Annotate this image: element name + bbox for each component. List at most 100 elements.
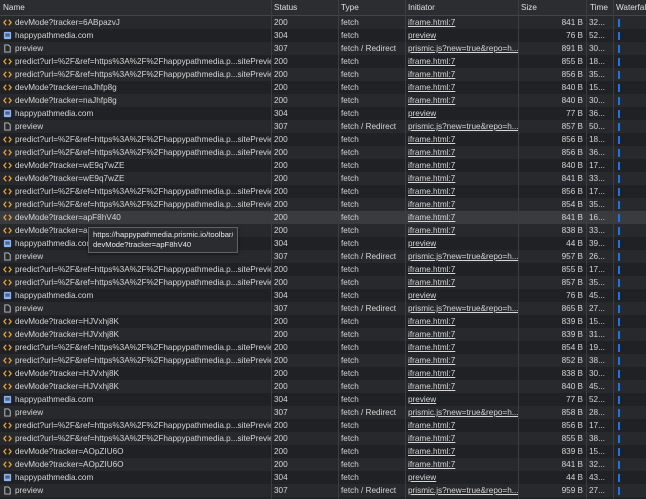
- request-initiator-link[interactable]: prismic.js?new=true&repo=h...: [408, 122, 518, 131]
- request-name-cell[interactable]: preview: [0, 406, 271, 419]
- request-name-cell[interactable]: predict?url=%2F&ref=https%3A%2F%2Fhappyp…: [0, 263, 271, 276]
- request-name-cell[interactable]: predict?url=%2F&ref=https%3A%2F%2Fhappyp…: [0, 341, 271, 354]
- request-initiator-link[interactable]: preview: [408, 239, 436, 248]
- request-initiator-link[interactable]: iframe.html:7: [408, 70, 455, 79]
- request-name-cell[interactable]: happypathmedia.com: [0, 471, 271, 484]
- request-initiator-link[interactable]: prismic.js?new=true&repo=h...: [408, 304, 518, 313]
- column-divider[interactable]: [586, 0, 587, 499]
- request-name-cell[interactable]: devMode?tracker=naJhfp8g: [0, 94, 271, 107]
- request-name-cell[interactable]: preview: [0, 302, 271, 315]
- request-name-cell[interactable]: happypathmedia.com: [0, 29, 271, 42]
- request-row[interactable]: predict?url=%2F&ref=https%3A%2F%2Fhappyp…: [0, 341, 646, 354]
- column-header-initiator[interactable]: Initiator: [405, 0, 518, 15]
- request-row[interactable]: preview 307 fetch / Redirect prismic.js?new…: [0, 120, 646, 133]
- request-name-cell[interactable]: preview: [0, 120, 271, 133]
- request-initiator-link[interactable]: prismic.js?new=true&repo=h...: [408, 486, 518, 495]
- request-name-cell[interactable]: devMode?tracker=HJVxhj8K: [0, 380, 271, 393]
- request-row[interactable]: predict?url=%2F&ref=https%3A%2F%2Fhappyp…: [0, 185, 646, 198]
- request-name-cell[interactable]: devMode?tracker=AOpZIU6O: [0, 445, 271, 458]
- column-header-type[interactable]: Type: [338, 0, 405, 15]
- request-name-cell[interactable]: predict?url=%2F&ref=https%3A%2F%2Fhappyp…: [0, 133, 271, 146]
- request-row[interactable]: devMode?tracker=HJVxhj8K 200 fetch iframe.h…: [0, 315, 646, 328]
- request-row[interactable]: devMode?tracker=naJhfp8g 200 fetch iframe.h…: [0, 94, 646, 107]
- request-initiator-link[interactable]: iframe.html:7: [408, 83, 455, 92]
- request-initiator-link[interactable]: preview: [408, 395, 436, 404]
- request-name-cell[interactable]: devMode?tracker=HJVxhj8K: [0, 328, 271, 341]
- column-divider[interactable]: [271, 0, 272, 499]
- column-divider[interactable]: [613, 0, 614, 499]
- request-name-cell[interactable]: predict?url=%2F&ref=https%3A%2F%2Fhappyp…: [0, 354, 271, 367]
- column-divider[interactable]: [405, 0, 406, 499]
- request-initiator-link[interactable]: iframe.html:7: [408, 148, 455, 157]
- request-row[interactable]: devMode?tracker=wE9q7wZE 200 fetch iframe.h…: [0, 159, 646, 172]
- request-row[interactable]: preview 307 fetch / Redirect prismic.js?new…: [0, 484, 646, 497]
- request-row[interactable]: devMode?tracker=AOpZIU6O 200 fetch iframe.h…: [0, 458, 646, 471]
- request-initiator-link[interactable]: iframe.html:7: [408, 343, 455, 352]
- request-initiator-link[interactable]: preview: [408, 473, 436, 482]
- request-initiator-link[interactable]: iframe.html:7: [408, 200, 455, 209]
- request-initiator-link[interactable]: iframe.html:7: [408, 317, 455, 326]
- request-initiator-link[interactable]: iframe.html:7: [408, 460, 455, 469]
- request-row[interactable]: devMode?tracker=HJVxhj8K 200 fetch iframe.h…: [0, 380, 646, 393]
- request-row[interactable]: predict?url=%2F&ref=https%3A%2F%2Fhappyp…: [0, 263, 646, 276]
- request-row[interactable]: devMode?tracker=6ABpazvJ 200 fetch iframe.h…: [0, 16, 646, 29]
- request-row[interactable]: devMode?tracker=AOpZIU6O 200 fetch iframe.h…: [0, 445, 646, 458]
- request-initiator-link[interactable]: prismic.js?new=true&repo=h...: [408, 252, 518, 261]
- request-row[interactable]: predict?url=%2F&ref=https%3A%2F%2Fhappyp…: [0, 133, 646, 146]
- request-row[interactable]: devMode?tracker=naJhfp8g 200 fetch iframe.h…: [0, 81, 646, 94]
- request-row[interactable]: preview 307 fetch / Redirect prismic.js?new…: [0, 406, 646, 419]
- request-name-cell[interactable]: predict?url=%2F&ref=https%3A%2F%2Fhappyp…: [0, 198, 271, 211]
- request-initiator-link[interactable]: iframe.html:7: [408, 356, 455, 365]
- request-row[interactable]: predict?url=%2F&ref=https%3A%2F%2Fhappyp…: [0, 68, 646, 81]
- request-name-cell[interactable]: preview: [0, 42, 271, 55]
- request-name-cell[interactable]: preview: [0, 484, 271, 497]
- request-name-cell[interactable]: devMode?tracker=wE9q7wZE: [0, 172, 271, 185]
- request-initiator-link[interactable]: iframe.html:7: [408, 265, 455, 274]
- request-row[interactable]: predict?url=%2F&ref=https%3A%2F%2Fhappyp…: [0, 432, 646, 445]
- request-name-cell[interactable]: happypathmedia.com: [0, 289, 271, 302]
- request-initiator-link[interactable]: preview: [408, 109, 436, 118]
- request-name-cell[interactable]: devMode?tracker=naJhfp8g: [0, 81, 271, 94]
- request-name-cell[interactable]: devMode?tracker=apF8hV40: [0, 211, 271, 224]
- request-row[interactable]: predict?url=%2F&ref=https%3A%2F%2Fhappyp…: [0, 419, 646, 432]
- request-name-cell[interactable]: devMode?tracker=wE9q7wZE: [0, 159, 271, 172]
- request-name-cell[interactable]: predict?url=%2F&ref=https%3A%2F%2Fhappyp…: [0, 432, 271, 445]
- request-initiator-link[interactable]: iframe.html:7: [408, 330, 455, 339]
- request-initiator-link[interactable]: preview: [408, 31, 436, 40]
- request-name-cell[interactable]: predict?url=%2F&ref=https%3A%2F%2Fhappyp…: [0, 68, 271, 81]
- request-name-cell[interactable]: devMode?tracker=6ABpazvJ: [0, 16, 271, 29]
- request-row[interactable]: happypathmedia.com 304 fetch preview 76 B 45.…: [0, 289, 646, 302]
- request-row[interactable]: predict?url=%2F&ref=https%3A%2F%2Fhappyp…: [0, 354, 646, 367]
- request-row[interactable]: preview 307 fetch / Redirect prismic.js?new…: [0, 42, 646, 55]
- request-initiator-link[interactable]: prismic.js?new=true&repo=h...: [408, 44, 518, 53]
- request-name-cell[interactable]: happypathmedia.com: [0, 107, 271, 120]
- request-name-cell[interactable]: devMode?tracker=HJVxhj8K: [0, 315, 271, 328]
- request-name-cell[interactable]: predict?url=%2F&ref=https%3A%2F%2Fhappyp…: [0, 146, 271, 159]
- request-row[interactable]: devMode?tracker=apF8hV40 200 fetch iframe.h…: [0, 211, 646, 224]
- request-initiator-link[interactable]: iframe.html:7: [408, 434, 455, 443]
- request-row[interactable]: happypathmedia.com 304 fetch preview 76 B 52.…: [0, 29, 646, 42]
- request-initiator-link[interactable]: iframe.html:7: [408, 421, 455, 430]
- request-row[interactable]: predict?url=%2F&ref=https%3A%2F%2Fhappyp…: [0, 55, 646, 68]
- request-initiator-link[interactable]: iframe.html:7: [408, 18, 455, 27]
- request-initiator-link[interactable]: iframe.html:7: [408, 369, 455, 378]
- column-header-status[interactable]: Status: [271, 0, 338, 15]
- request-row[interactable]: happypathmedia.com 304 fetch preview 77 B 52.…: [0, 393, 646, 406]
- column-header-time[interactable]: Time: [587, 0, 613, 15]
- request-row[interactable]: happypathmedia.com 304 fetch preview 44 B 43.…: [0, 471, 646, 484]
- request-row[interactable]: devMode?tracker=HJVxhj8K 200 fetch iframe.h…: [0, 367, 646, 380]
- request-row[interactable]: happypathmedia.com 304 fetch preview 77 B 36.…: [0, 107, 646, 120]
- request-row[interactable]: preview 307 fetch / Redirect prismic.js?new…: [0, 302, 646, 315]
- column-divider[interactable]: [518, 0, 519, 499]
- request-row[interactable]: devMode?tracker=wE9q7wZE 200 fetch iframe.h…: [0, 172, 646, 185]
- request-name-cell[interactable]: predict?url=%2F&ref=https%3A%2F%2Fhappyp…: [0, 419, 271, 432]
- request-initiator-link[interactable]: iframe.html:7: [408, 213, 455, 222]
- request-initiator-link[interactable]: prismic.js?new=true&repo=h...: [408, 408, 518, 417]
- column-divider[interactable]: [338, 0, 339, 499]
- request-name-cell[interactable]: predict?url=%2F&ref=https%3A%2F%2Fhappyp…: [0, 55, 271, 68]
- request-name-cell[interactable]: devMode?tracker=AOpZIU6O: [0, 458, 271, 471]
- request-row[interactable]: predict?url=%2F&ref=https%3A%2F%2Fhappyp…: [0, 146, 646, 159]
- request-initiator-link[interactable]: iframe.html:7: [408, 187, 455, 196]
- request-initiator-link[interactable]: preview: [408, 291, 436, 300]
- request-initiator-link[interactable]: iframe.html:7: [408, 57, 455, 66]
